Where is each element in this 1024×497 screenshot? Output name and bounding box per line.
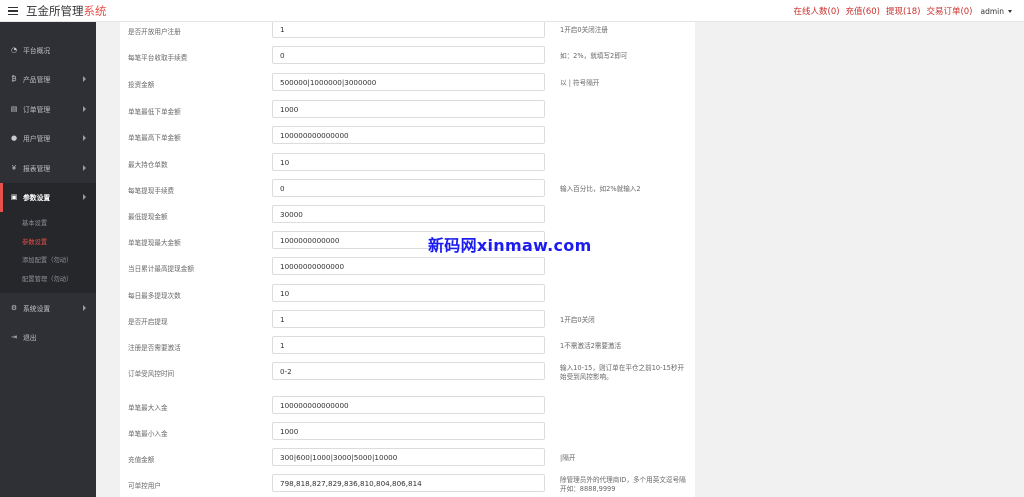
admin-user-menu[interactable]: admin <box>980 6 1012 16</box>
sidebar-item-label: 用户管理 <box>23 135 51 144</box>
sidebar: ◔ 平台概况 ₿ 产品管理 ▤ 订单管理 ● 用户管理 ¥ 报表管理 ▣ 参数设… <box>0 22 96 497</box>
chevron-right-icon <box>83 194 86 201</box>
settings-form-panel: 是否开放用户注册 1 1开启0关闭注册 每笔平台收取手续费 0 如：2%，就填写… <box>120 22 695 497</box>
max-deposit-input[interactable]: 100000000000000 <box>272 396 545 414</box>
dashboard-icon: ◔ <box>10 45 18 54</box>
sidebar-item-system[interactable]: ⚙ 系统设置 <box>0 293 96 323</box>
field-label: 每日最多提现次数 <box>128 292 181 300</box>
sidebar-item-logout[interactable]: ⇥ 退出 <box>0 323 96 353</box>
sidebar-item-dashboard[interactable]: ◔ 平台概况 <box>0 35 96 65</box>
sidebar-item-orders[interactable]: ▤ 订单管理 <box>0 94 96 124</box>
chevron-right-icon <box>83 164 86 171</box>
field-label: 是否开放用户注册 <box>128 28 181 36</box>
withdraw-enabled-input[interactable]: 1 <box>272 310 545 328</box>
recharge-amount-input[interactable]: 300|600|1000|3000|5000|10000 <box>272 448 545 466</box>
field-label: 当日累计最高提现金额 <box>128 265 194 273</box>
field-hint: 以 | 符号隔开 <box>560 79 600 87</box>
sidebar-item-label: 系统设置 <box>23 304 51 313</box>
document-icon: ▤ <box>10 104 18 113</box>
field-label: 单笔提现最大金额 <box>128 239 181 247</box>
sidebar-item-label: 平台概况 <box>23 46 51 55</box>
register-activation-input[interactable]: 1 <box>272 336 545 354</box>
chevron-right-icon <box>83 105 86 112</box>
platform-fee-input[interactable]: 0 <box>272 46 545 64</box>
field-label: 单笔最低下单金额 <box>128 108 181 116</box>
withdraw-link[interactable]: 提现(18) <box>886 5 920 17</box>
field-label: 最低提现金额 <box>128 213 168 221</box>
watermark-text: 新码网xinmaw.com <box>428 236 592 255</box>
top-navbar: 互金所管理 系统 在线人数(0) 充值(60) 提现(18) 交易订单(0) ad… <box>0 0 1024 22</box>
submenu-item-add-config[interactable]: 添加配置（勿动） <box>0 252 96 271</box>
field-label: 投资金额 <box>128 81 155 89</box>
recharge-link[interactable]: 充值(60) <box>846 5 880 17</box>
field-hint: 1不需激活2需要激活 <box>560 342 622 350</box>
field-label: 注册是否需要激活 <box>128 344 181 352</box>
app-title-accent: 系统 <box>83 4 107 18</box>
chevron-down-icon <box>1008 9 1012 13</box>
field-label: 单笔最大入金 <box>128 404 168 412</box>
field-label: 订单受风控时间 <box>128 370 175 378</box>
invest-amount-input[interactable]: 500000|1000000|3000000 <box>272 73 545 91</box>
field-label: 单笔最高下单金额 <box>128 134 181 142</box>
register-open-input[interactable]: 1 <box>272 22 545 38</box>
sidebar-item-users[interactable]: ● 用户管理 <box>0 124 96 154</box>
field-hint: 1开启0关闭注册 <box>560 26 608 34</box>
params-submenu: 基本设置 参数设置 添加配置（勿动） 配置管理（勿动） <box>0 212 96 293</box>
chevron-right-icon <box>83 135 86 142</box>
bitcoin-icon: ₿ <box>11 75 17 84</box>
chevron-right-icon <box>83 76 86 83</box>
user-icon: ● <box>10 134 18 143</box>
field-hint: 输入10-15，则订单在平仓之前10-15秒开始受到风控影响。 <box>560 364 685 381</box>
field-label: 充值金额 <box>128 456 155 464</box>
sidebar-item-params[interactable]: ▣ 参数设置 <box>0 182 96 212</box>
field-label: 可单控用户 <box>128 482 161 490</box>
logout-icon: ⇥ <box>11 333 17 342</box>
withdraw-fee-input[interactable]: 0 <box>272 179 545 197</box>
daily-withdraw-limit-input[interactable]: 10000000000000 <box>272 257 545 275</box>
field-hint: 如：2%，就填写2即可 <box>560 52 628 60</box>
submenu-item-config-manage[interactable]: 配置管理（勿动） <box>0 271 96 290</box>
chevron-right-icon <box>83 304 86 311</box>
admin-username: admin <box>980 6 1005 16</box>
sidebar-item-label: 订单管理 <box>23 105 51 114</box>
field-hint: 1开启0关闭 <box>560 316 595 324</box>
menu-toggle-icon[interactable] <box>8 6 18 16</box>
online-users-link[interactable]: 在线人数(0) <box>794 5 840 17</box>
risk-control-time-input[interactable]: 0-2 <box>272 362 545 380</box>
field-label: 最大持仓单数 <box>128 161 168 169</box>
brand: 互金所管理 系统 <box>8 3 107 19</box>
field-label: 每笔平台收取手续费 <box>128 54 188 62</box>
field-label: 单笔最小入金 <box>128 430 168 438</box>
submenu-item-params[interactable]: 参数设置 <box>0 234 96 253</box>
briefcase-icon: ▣ <box>10 193 18 202</box>
field-label: 每笔提现手续费 <box>128 187 175 195</box>
sidebar-item-reports[interactable]: ¥ 报表管理 <box>0 153 96 183</box>
field-hint: 输入百分比，如2%就输入2 <box>560 185 641 193</box>
min-order-amount-input[interactable]: 1000 <box>272 100 545 118</box>
field-hint: |隔开 <box>560 454 576 462</box>
field-hint: 除管理员外的代理商ID，多个用英文逗号隔开如：8888,9999 <box>560 476 686 493</box>
sidebar-item-label: 产品管理 <box>23 76 51 85</box>
app-title: 互金所管理 <box>26 4 84 18</box>
top-links: 在线人数(0) 充值(60) 提现(18) 交易订单(0) admin <box>794 0 1024 22</box>
gears-icon: ⚙ <box>10 303 18 312</box>
min-withdraw-input[interactable]: 30000 <box>272 205 545 223</box>
yen-icon: ¥ <box>11 163 17 172</box>
sidebar-item-label: 退出 <box>23 334 37 343</box>
max-order-amount-input[interactable]: 100000000000000 <box>272 126 545 144</box>
daily-withdraw-count-input[interactable]: 10 <box>272 284 545 302</box>
controllable-users-input[interactable]: 798,818,827,829,836,810,804,806,814 <box>272 474 545 492</box>
sidebar-item-products[interactable]: ₿ 产品管理 <box>0 65 96 95</box>
submenu-item-basic[interactable]: 基本设置 <box>0 215 96 234</box>
sidebar-item-label: 参数设置 <box>23 194 51 203</box>
trade-orders-link[interactable]: 交易订单(0) <box>926 5 972 17</box>
min-deposit-input[interactable]: 1000 <box>272 422 545 440</box>
field-label: 是否开启提现 <box>128 318 168 326</box>
max-positions-input[interactable]: 10 <box>272 153 545 171</box>
sidebar-item-label: 报表管理 <box>23 164 51 173</box>
